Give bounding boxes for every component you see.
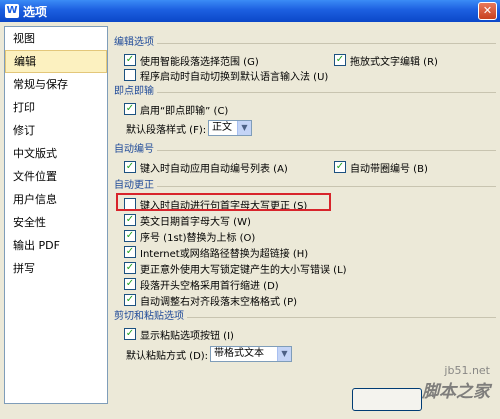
- ordinals-checkbox[interactable]: ✓ 序号 (1st)替换为上标 (O): [124, 228, 255, 244]
- chevron-down-icon[interactable]: ▼: [277, 347, 291, 361]
- sidebar-item-general-save[interactable]: 常规与保存: [5, 73, 107, 96]
- checkbox-box[interactable]: ✓: [124, 294, 136, 306]
- english-days-checkbox[interactable]: ✓ 英文日期首字母大写 (W): [124, 212, 251, 228]
- auto-circled-checkbox[interactable]: ✓ 自动带圈编号 (B): [334, 159, 428, 175]
- sidebar-item-print[interactable]: 打印: [5, 96, 107, 119]
- checkbox-box[interactable]: ✓: [124, 328, 136, 340]
- trailing-spaces-checkbox[interactable]: ✓ 自动调整右对齐段落末空格格式 (P): [124, 292, 297, 308]
- drag-drop-checkbox[interactable]: ✓ 拖放式文字编辑 (R): [334, 52, 438, 68]
- sidebar-item-revision[interactable]: 修订: [5, 119, 107, 142]
- checkbox-box[interactable]: ✓: [124, 230, 136, 242]
- section-title: 即点即输: [114, 85, 157, 98]
- watermark: jb51.net 脚本之家: [422, 364, 490, 402]
- checkbox-box[interactable]: ✓: [124, 246, 136, 258]
- auto-ime-checkbox[interactable]: 程序启动时自动切换到默认语言输入法 (U): [124, 67, 328, 83]
- wps-icon: W: [5, 4, 19, 18]
- sidebar-item-user-info[interactable]: 用户信息: [5, 188, 107, 211]
- section-title: 编辑选项: [114, 36, 157, 49]
- caps-lock-checkbox[interactable]: ✓ 更正意外使用大写锁定键产生的大小写错误 (L): [124, 260, 347, 276]
- leading-spaces-checkbox[interactable]: ✓ 段落开头空格采用首行缩进 (D): [124, 276, 279, 292]
- section-title: 剪切和粘贴选项: [114, 310, 187, 323]
- sidebar-item-view[interactable]: 视图: [5, 27, 107, 50]
- sidebar: 视图 编辑 常规与保存 打印 修订 中文版式 文件位置 用户信息 安全性 输出 …: [4, 26, 108, 404]
- editing-options-section: 编辑选项: [114, 36, 496, 50]
- paste-options-section: 剪切和粘贴选项: [114, 310, 496, 324]
- section-title: 自动编号: [114, 143, 157, 156]
- checkbox-box[interactable]: ✓: [124, 262, 136, 274]
- click-type-section: 即点即输: [114, 85, 496, 99]
- checkbox-box[interactable]: [124, 69, 136, 81]
- auto-numbering-section: 自动编号: [114, 143, 496, 157]
- smart-select-checkbox[interactable]: ✓ 使用智能段落选择范围 (G): [124, 52, 259, 68]
- checkbox-box[interactable]: ✓: [124, 103, 136, 115]
- default-style-select[interactable]: 正文 ▼: [208, 120, 252, 136]
- sidebar-item-edit[interactable]: 编辑: [5, 50, 107, 73]
- window-title: 选项: [23, 4, 48, 19]
- checkbox-box[interactable]: ✓: [124, 214, 136, 226]
- checkbox-box[interactable]: ✓: [334, 161, 346, 173]
- auto-list-checkbox[interactable]: ✓ 键入时自动应用自动编号列表 (A): [124, 159, 288, 175]
- close-button[interactable]: ✕: [478, 2, 497, 20]
- options-dialog: 视图 编辑 常规与保存 打印 修订 中文版式 文件位置 用户信息 安全性 输出 …: [0, 22, 500, 419]
- checkbox-box[interactable]: ✓: [334, 54, 346, 66]
- highlight-box: [116, 193, 331, 211]
- auto-correct-section: 自动更正: [114, 179, 496, 193]
- hyperlinks-checkbox[interactable]: ✓ Internet或网络路径替换为超链接 (H): [124, 244, 308, 260]
- click-type-checkbox[interactable]: ✓ 启用“即点即输” (C): [124, 101, 228, 117]
- chevron-down-icon[interactable]: ▼: [237, 121, 251, 135]
- sidebar-item-chinese-layout[interactable]: 中文版式: [5, 142, 107, 165]
- ok-button[interactable]: [352, 388, 422, 411]
- checkbox-box[interactable]: ✓: [124, 54, 136, 66]
- sidebar-item-security[interactable]: 安全性: [5, 211, 107, 234]
- default-paste-label: 默认粘贴方式 (D):: [126, 350, 209, 362]
- sidebar-item-spelling[interactable]: 拼写: [5, 257, 107, 280]
- section-title: 自动更正: [114, 179, 157, 192]
- sidebar-item-export-pdf[interactable]: 输出 PDF: [5, 234, 107, 257]
- default-paste-select[interactable]: 带格式文本 ▼: [210, 346, 292, 362]
- default-style-label: 默认段落样式 (F):: [126, 124, 207, 136]
- checkbox-box[interactable]: ✓: [124, 161, 136, 173]
- sidebar-item-file-locations[interactable]: 文件位置: [5, 165, 107, 188]
- checkbox-box[interactable]: ✓: [124, 278, 136, 290]
- title-bar: W 选项 ✕: [0, 0, 500, 22]
- show-paste-button-checkbox[interactable]: ✓ 显示粘贴选项按钮 (I): [124, 326, 234, 342]
